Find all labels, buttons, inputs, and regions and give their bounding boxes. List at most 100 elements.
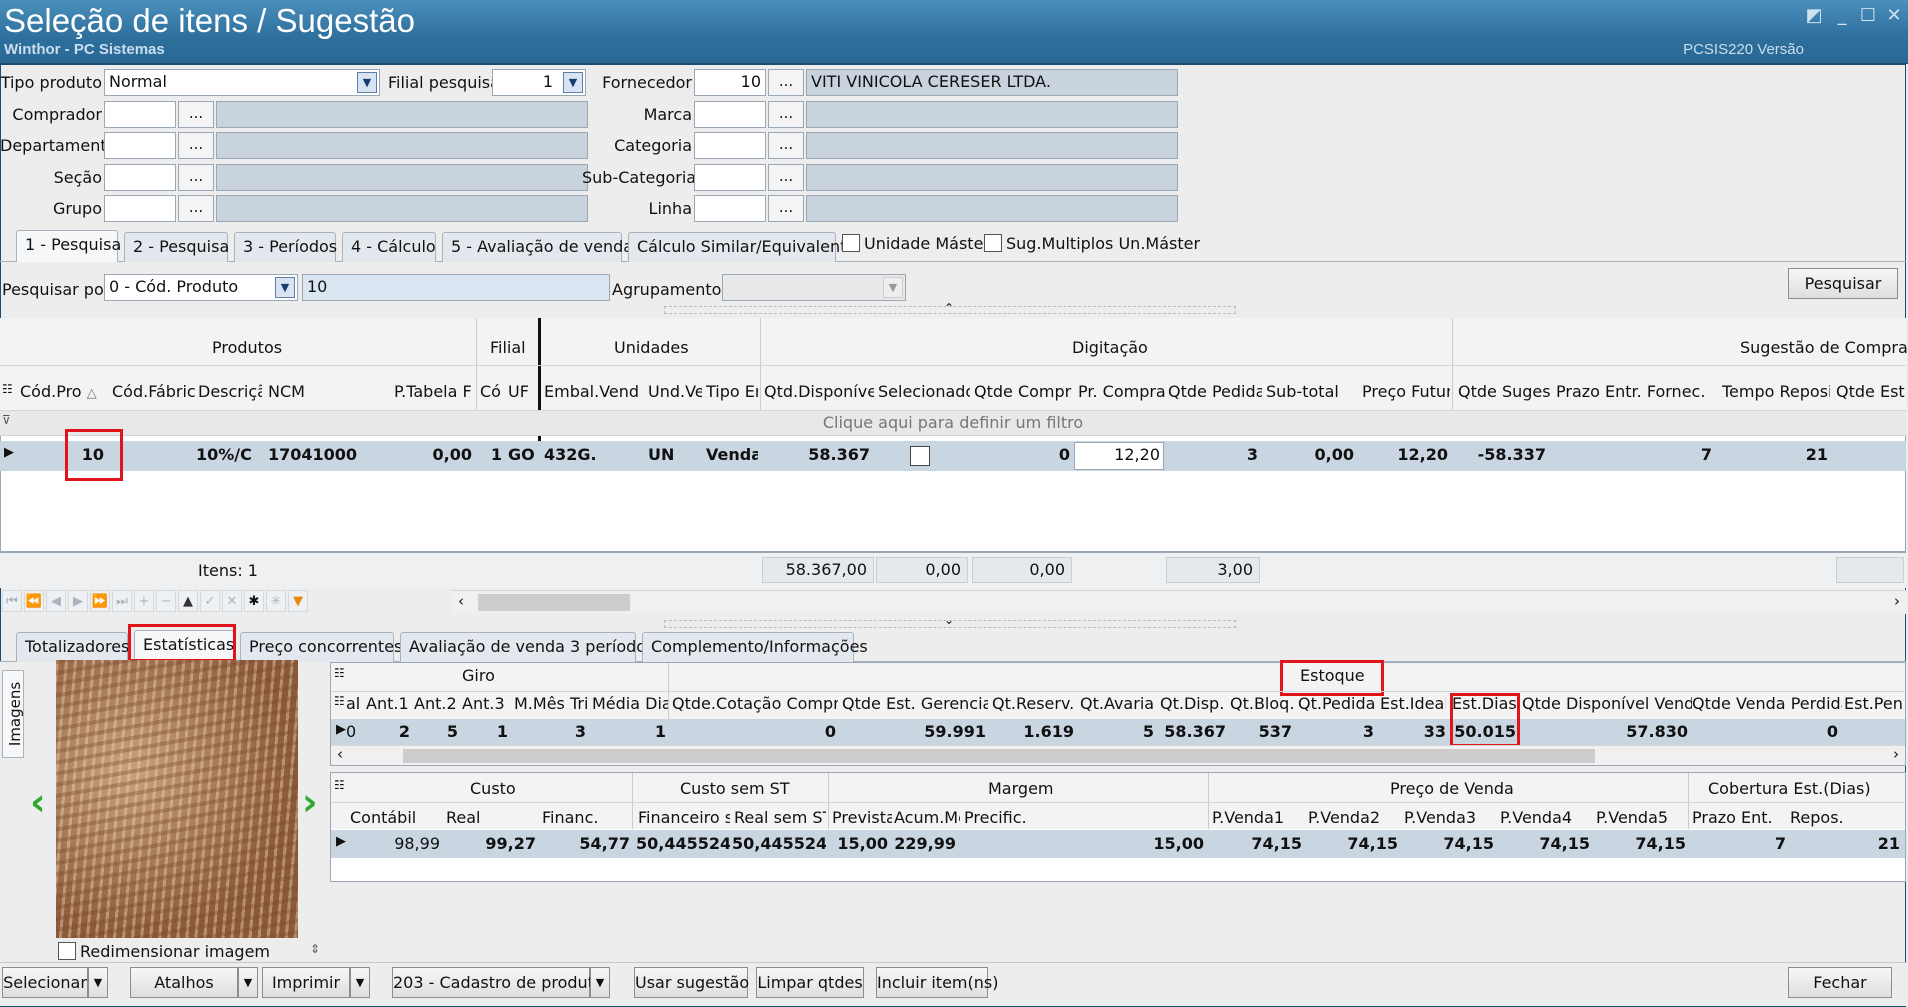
costs-col-acum-mes[interactable]: Acum.Mê <box>894 808 960 827</box>
stats-col-qt-avaria[interactable]: Qt.Avaria <box>1080 694 1156 713</box>
comprador-lookup-button[interactable]: ... <box>178 101 214 128</box>
stats-col-qt-bloq[interactable]: Qt.Bloq. <box>1230 694 1294 713</box>
costs-col-pvenda5[interactable]: P.Venda5 <box>1596 808 1686 827</box>
unidade-master-checkbox[interactable]: Unidade Máster <box>842 234 990 253</box>
col-tempo-repos[interactable]: Tempo Reposiç <box>1722 382 1830 401</box>
cell-sub-total[interactable]: 0,00 <box>1266 445 1354 464</box>
stats-ant3[interactable]: 1 <box>462 722 508 741</box>
tab-periodos[interactable]: 3 - Períodos <box>234 232 337 262</box>
scroll-left-icon[interactable]: ‹ <box>337 745 343 763</box>
cell-preco-futuro[interactable]: 12,20 <box>1362 445 1448 464</box>
maximize-icon[interactable]: ☐ <box>1854 4 1882 28</box>
departamento-lookup-button[interactable]: ... <box>178 132 214 159</box>
costs-col-contabil[interactable]: Contábil <box>350 808 440 827</box>
cost-contabil[interactable]: 98,99 <box>350 834 440 853</box>
fornecedor-lookup-button[interactable]: ... <box>768 69 804 96</box>
stats-col-qtde-cotacao[interactable]: Qtde.Cotação Compra <box>672 694 838 713</box>
filter-row[interactable]: Clique aqui para definir um filtro ⊽ <box>0 410 1906 436</box>
chevron-down-icon[interactable]: ▼ <box>357 72 377 93</box>
usar-sugestao-button[interactable]: Usar sugestão <box>634 967 749 998</box>
filial-pesquisa-select[interactable]: 1 ▼ <box>492 69 586 96</box>
sub-categoria-lookup-button[interactable]: ... <box>768 164 804 191</box>
linha-input[interactable] <box>694 195 766 222</box>
stats-col-est-ideal[interactable]: Est.Ideal <box>1380 694 1446 713</box>
scroll-thumb[interactable] <box>478 594 630 611</box>
edit-icon[interactable]: ▲ <box>178 590 198 612</box>
secao-input[interactable] <box>104 164 176 191</box>
imprimir-button[interactable]: Imprimir <box>262 967 350 998</box>
col-sub-total[interactable]: Sub-total <box>1266 382 1356 401</box>
scroll-right-icon[interactable]: › <box>1894 592 1900 610</box>
column-chooser-icon[interactable]: ☷ <box>334 666 345 680</box>
stats-al[interactable]: 0 <box>346 722 360 741</box>
selecionar-dropdown-icon[interactable]: ▼ <box>88 967 108 998</box>
insert-icon[interactable]: + <box>134 590 154 612</box>
stats-qtde-est-gerencial[interactable]: 59.991 <box>842 722 986 741</box>
column-chooser-icon[interactable]: ☷ <box>2 382 13 396</box>
marca-lookup-button[interactable]: ... <box>768 101 804 128</box>
atalhos-dropdown-icon[interactable]: ▼ <box>238 967 258 998</box>
cell-qtde-sugest[interactable]: -58.337 <box>1458 445 1546 464</box>
marca-input[interactable] <box>694 101 766 128</box>
col-descricao[interactable]: Descriçã <box>198 382 262 401</box>
chevron-down-icon[interactable]: ⌄ <box>944 613 954 627</box>
col-qtde-est[interactable]: Qtde Est <box>1836 382 1906 401</box>
tab-pesquisa-2[interactable]: 2 - Pesquisa <box>124 232 229 262</box>
sug-multiplos-checkbox[interactable]: Sug.Multiplos Un.Máster <box>984 234 1200 253</box>
stats-col-qtde-disp-venda[interactable]: Qtde Disponível Venda <box>1522 694 1692 713</box>
col-pr-compra[interactable]: Pr. Compra <box>1078 382 1166 401</box>
stats-media-dia[interactable]: 1 <box>592 722 666 741</box>
atalhos-button[interactable]: Atalhos <box>130 967 238 998</box>
imprimir-dropdown-icon[interactable]: ▼ <box>350 967 370 998</box>
col-qtde-compra[interactable]: Qtde Compra <box>974 382 1072 401</box>
redimensionar-checkbox[interactable]: Redimensionar imagem <box>58 942 270 961</box>
cell-uf[interactable]: GO <box>508 445 536 464</box>
cell-ptabela[interactable]: 0,00 <box>394 445 472 464</box>
fornecedor-input[interactable]: 10 <box>694 69 766 96</box>
costs-col-pvenda3[interactable]: P.Venda3 <box>1404 808 1496 827</box>
stats-col-qt-reserv[interactable]: Qt.Reserv. <box>992 694 1074 713</box>
cost-real[interactable]: 99,27 <box>446 834 536 853</box>
col-ncm[interactable]: NCM <box>268 382 328 401</box>
costs-col-pvenda4[interactable]: P.Venda4 <box>1500 808 1592 827</box>
chevron-down-icon[interactable]: ▼ <box>275 277 295 298</box>
cost-financ[interactable]: 54,77 <box>542 834 630 853</box>
checkbox-box[interactable] <box>842 234 860 252</box>
cadastro-dropdown-icon[interactable]: ▼ <box>590 967 610 998</box>
column-chooser-icon[interactable]: ☷ <box>334 778 345 792</box>
cost-precific[interactable]: 15,00 <box>960 834 1204 853</box>
tab-complemento[interactable]: Complemento/Informações <box>642 632 868 662</box>
tipo-produto-select[interactable]: Normal ▼ <box>104 69 380 96</box>
sub-categoria-input[interactable] <box>694 164 766 191</box>
pesquisar-por-select[interactable]: 0 - Cód. Produto ▼ <box>104 274 298 301</box>
prev-image-icon[interactable]: ‹ <box>30 780 46 824</box>
stats-qtde-disp-venda[interactable]: 57.830 <box>1522 722 1688 741</box>
costs-col-prevista[interactable]: Prevista <box>832 808 892 827</box>
fechar-button[interactable]: Fechar <box>1788 967 1892 998</box>
tab-pesquisa-1[interactable]: 1 - Pesquisa <box>16 230 121 262</box>
costs-col-precific[interactable]: Precific. <box>964 808 1204 827</box>
stats-scrollbar[interactable]: ‹ › <box>331 745 1905 765</box>
agrupamento-select[interactable]: ▼ <box>722 274 906 301</box>
stats-qtde-cotacao[interactable]: 0 <box>672 722 836 741</box>
col-tipo[interactable]: Tipo Er <box>706 382 758 401</box>
resize-stepper-icon[interactable]: ⇕ <box>310 942 320 956</box>
tab-preco-concorrentes[interactable]: Preço concorrentes <box>240 632 402 662</box>
search-value-input[interactable]: 10 <box>302 274 610 301</box>
stats-ant1[interactable]: 2 <box>366 722 410 741</box>
last-page-icon[interactable]: ⏭ <box>112 590 132 612</box>
secao-lookup-button[interactable]: ... <box>178 164 214 191</box>
stats-col-ant2[interactable]: Ant.2 <box>414 694 460 713</box>
horizontal-scrollbar[interactable]: ‹ › <box>452 590 1906 614</box>
tab-totalizadores[interactable]: Totalizadores <box>16 632 129 662</box>
checkbox-box[interactable] <box>984 234 1002 252</box>
delete-icon[interactable]: − <box>156 590 176 612</box>
grupo-lookup-button[interactable]: ... <box>178 195 214 222</box>
stats-col-media-dia[interactable]: Média Dia <box>592 694 668 713</box>
cell-qtde-compra[interactable]: 0 <box>974 445 1070 464</box>
scroll-left-icon[interactable]: ‹ <box>458 592 464 610</box>
linha-lookup-button[interactable]: ... <box>768 195 804 222</box>
chevron-up-icon[interactable]: ⌃ <box>944 301 954 315</box>
stats-col-est-pen[interactable]: Est.Pen <box>1844 694 1906 713</box>
cost-financeiro-st[interactable]: 50,445524 <box>636 834 730 853</box>
